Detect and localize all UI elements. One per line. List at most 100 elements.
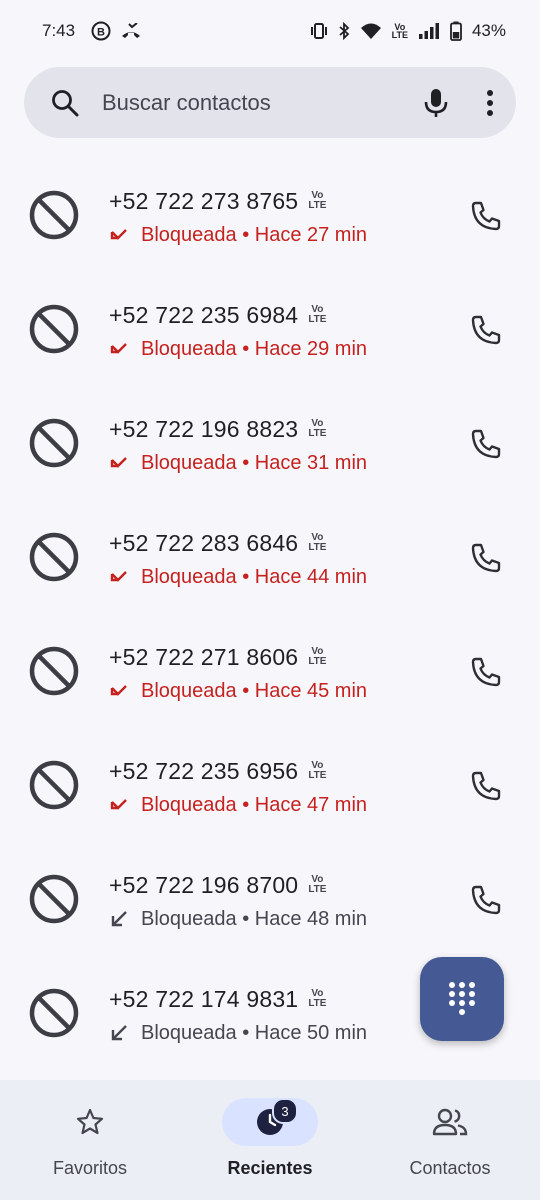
missed-badge: 3 bbox=[272, 1098, 298, 1124]
phone-number: +52 722 235 6984 bbox=[109, 301, 299, 328]
call-row[interactable]: +52 722 196 8823 Vo LTE Bloqueada • Hace … bbox=[0, 386, 540, 500]
search-input[interactable]: Buscar contactos bbox=[102, 90, 422, 116]
volte-icon: Vo LTE bbox=[308, 761, 326, 781]
number-line: +52 722 235 6956 Vo LTE bbox=[109, 756, 367, 786]
phone-number: +52 722 271 8606 bbox=[109, 643, 299, 670]
number-line: +52 722 235 6984 Vo LTE bbox=[109, 300, 367, 330]
call-detail: Bloqueada • Hace 45 min bbox=[141, 679, 368, 702]
phone-icon[interactable] bbox=[470, 770, 502, 802]
wifi-icon bbox=[360, 22, 382, 40]
mic-icon[interactable] bbox=[422, 88, 486, 118]
volte-icon: Vo LTE bbox=[308, 419, 326, 439]
more-vert-icon[interactable] bbox=[486, 89, 494, 117]
blocked-icon bbox=[29, 988, 79, 1038]
call-row[interactable]: +52 722 273 8765 Vo LTE Bloqueada • Hace … bbox=[0, 158, 540, 272]
search-bar[interactable]: Buscar contactos bbox=[24, 67, 516, 138]
vibrate-icon bbox=[310, 22, 328, 40]
call-row-text: +52 722 283 6846 Vo LTE Bloqueada • Hace … bbox=[109, 528, 367, 594]
missed-call-icon bbox=[110, 343, 127, 354]
missed-call-icon bbox=[110, 571, 127, 582]
detail-line: Bloqueada • Hace 44 min bbox=[109, 560, 367, 594]
incoming-call-icon bbox=[111, 911, 127, 927]
volte-bottom: LTE bbox=[308, 200, 327, 211]
blocked-icon bbox=[29, 304, 79, 354]
call-list: +52 722 273 8765 Vo LTE Bloqueada • Hace … bbox=[0, 158, 540, 1070]
people-icon bbox=[432, 1108, 468, 1136]
missed-call-icon bbox=[110, 229, 127, 240]
nav-recientes[interactable]: 3 Recientes bbox=[180, 1080, 360, 1200]
nav-contactos[interactable]: Contactos bbox=[360, 1080, 540, 1200]
bottom-nav: Favoritos 3 Recientes Contactos bbox=[0, 1080, 540, 1200]
phone-number: +52 722 273 8765 bbox=[109, 187, 299, 214]
status-left: 7:43 B bbox=[42, 21, 141, 41]
call-forward-icon bbox=[121, 23, 141, 39]
status-bar: 7:43 B Vo LTE 43% bbox=[0, 0, 540, 62]
status-time: 7:43 bbox=[42, 21, 76, 40]
volte-bottom: LTE bbox=[308, 656, 327, 667]
call-row[interactable]: +52 722 196 8700 Vo LTE Bloqueada • Hace … bbox=[0, 842, 540, 956]
volte-icon: Vo LTE bbox=[308, 989, 326, 1009]
phone-icon[interactable] bbox=[470, 314, 502, 346]
call-row-text: +52 722 271 8606 Vo LTE Bloqueada • Hace … bbox=[109, 642, 367, 708]
volte-icon: Vo LTE bbox=[308, 191, 326, 211]
missed-call-icon bbox=[110, 685, 127, 696]
phone-icon[interactable] bbox=[470, 884, 502, 916]
missed-call-icon bbox=[110, 457, 127, 468]
missed-call-icon bbox=[110, 799, 127, 810]
call-row-text: +52 722 196 8700 Vo LTE Bloqueada • Hace … bbox=[109, 870, 367, 936]
detail-line: Bloqueada • Hace 45 min bbox=[109, 674, 367, 708]
detail-line: Bloqueada • Hace 29 min bbox=[109, 332, 367, 366]
volte-icon: Vo LTE bbox=[308, 533, 326, 553]
dialpad-button[interactable] bbox=[420, 957, 504, 1041]
call-row[interactable]: +52 722 235 6984 Vo LTE Bloqueada • Hace … bbox=[0, 272, 540, 386]
call-row-text: +52 722 235 6956 Vo LTE Bloqueada • Hace … bbox=[109, 756, 367, 822]
battery-percent: 43% bbox=[471, 21, 506, 40]
call-detail: Bloqueada • Hace 29 min bbox=[141, 337, 368, 360]
call-detail: Bloqueada • Hace 27 min bbox=[141, 223, 368, 246]
number-line: +52 722 196 8700 Vo LTE bbox=[109, 870, 367, 900]
volte-bottom: LTE bbox=[308, 314, 327, 325]
volte-icon: Vo LTE bbox=[308, 647, 326, 667]
volte-bottom: LTE bbox=[308, 998, 327, 1009]
phone-number: +52 722 196 8700 bbox=[109, 871, 299, 898]
phone-icon[interactable] bbox=[470, 542, 502, 574]
blocked-icon bbox=[29, 418, 79, 468]
number-line: +52 722 283 6846 Vo LTE bbox=[109, 528, 367, 558]
volte-bottom: LTE bbox=[308, 542, 327, 553]
nav-favoritos[interactable]: Favoritos bbox=[0, 1080, 180, 1200]
nav-pill-active: 3 bbox=[222, 1098, 318, 1146]
phone-icon[interactable] bbox=[470, 428, 502, 460]
call-detail: Bloqueada • Hace 31 min bbox=[141, 451, 368, 474]
phone-number: +52 722 196 8823 bbox=[109, 415, 299, 442]
star-icon bbox=[76, 1108, 104, 1135]
battery-icon bbox=[450, 21, 462, 41]
blocked-icon bbox=[29, 646, 79, 696]
call-row[interactable]: +52 722 271 8606 Vo LTE Bloqueada • Hace … bbox=[0, 614, 540, 728]
search-icon[interactable] bbox=[50, 88, 80, 118]
call-row-text: +52 722 235 6984 Vo LTE Bloqueada • Hace … bbox=[109, 300, 367, 366]
phone-number: +52 722 235 6956 bbox=[109, 757, 299, 784]
volte-icon: Vo LTE bbox=[308, 875, 326, 895]
number-line: +52 722 174 9831 Vo LTE bbox=[109, 984, 367, 1014]
blocked-icon bbox=[29, 874, 79, 924]
volte-bottom: LTE bbox=[391, 30, 408, 40]
volte-icon: Vo LTE bbox=[391, 23, 408, 40]
call-row[interactable]: +52 722 283 6846 Vo LTE Bloqueada • Hace … bbox=[0, 500, 540, 614]
nav-pill bbox=[402, 1098, 498, 1146]
phone-icon[interactable] bbox=[470, 656, 502, 688]
phone-icon[interactable] bbox=[470, 200, 502, 232]
signal-icon bbox=[418, 23, 440, 39]
call-detail: Bloqueada • Hace 50 min bbox=[141, 1021, 368, 1044]
call-detail: Bloqueada • Hace 44 min bbox=[141, 565, 368, 588]
blocked-icon bbox=[29, 190, 79, 240]
detail-line: Bloqueada • Hace 50 min bbox=[109, 1016, 367, 1050]
blocked-icon bbox=[29, 532, 79, 582]
nav-label: Contactos bbox=[409, 1158, 491, 1178]
number-line: +52 722 271 8606 Vo LTE bbox=[109, 642, 367, 672]
detail-line: Bloqueada • Hace 27 min bbox=[109, 218, 367, 252]
blocked-icon bbox=[29, 760, 79, 810]
b-badge-icon: B bbox=[91, 21, 111, 41]
volte-bottom: LTE bbox=[308, 770, 327, 781]
call-row-text: +52 722 273 8765 Vo LTE Bloqueada • Hace … bbox=[109, 186, 367, 252]
call-row[interactable]: +52 722 235 6956 Vo LTE Bloqueada • Hace … bbox=[0, 728, 540, 842]
